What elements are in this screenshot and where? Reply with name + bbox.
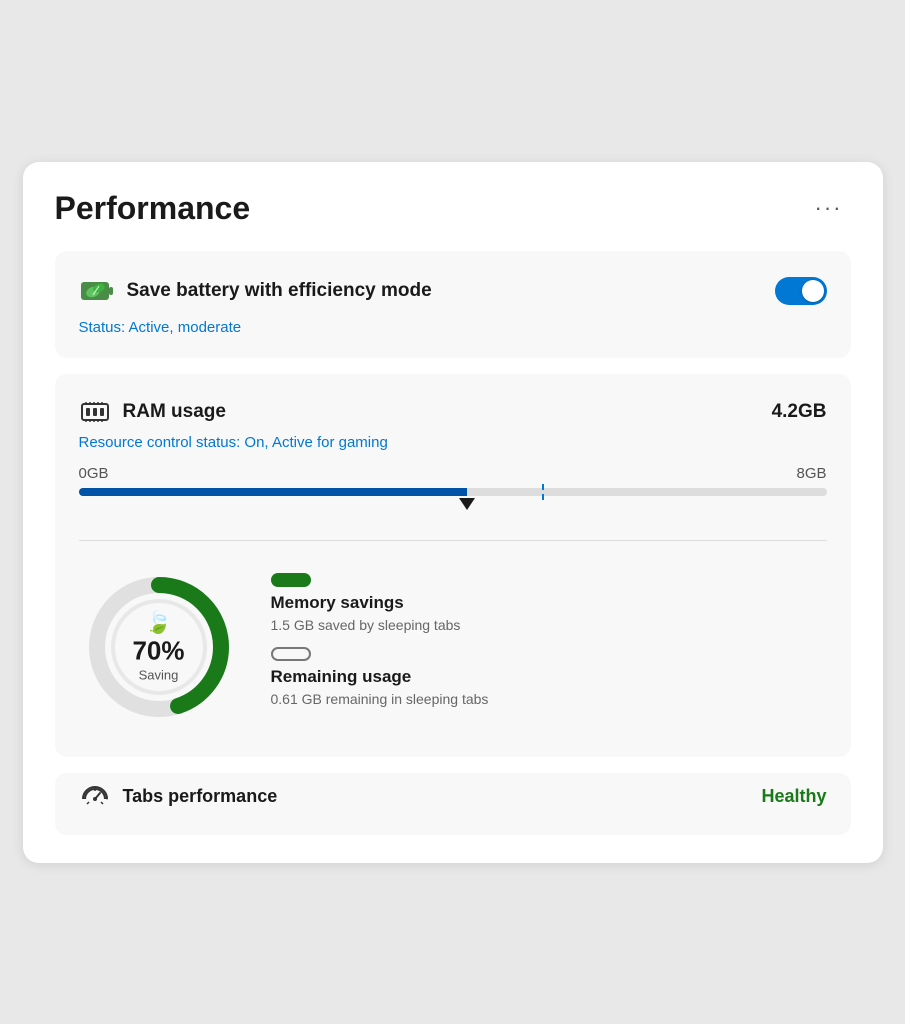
section-divider	[79, 540, 827, 541]
status-prefix: Status:	[79, 319, 129, 336]
memory-savings-desc: 1.5 GB saved by sleeping tabs	[271, 617, 827, 633]
status-value: Active, moderate	[129, 319, 242, 336]
memory-savings-section: 🍃 70% Saving Memory savings 1.5 GB saved…	[79, 559, 827, 735]
battery-label: Save battery with efficiency mode	[127, 280, 432, 302]
slider-thumb	[459, 498, 475, 510]
resource-prefix: Resource control status:	[79, 434, 245, 451]
slider-min-label: 0GB	[79, 465, 109, 482]
battery-label-group: Save battery with efficiency mode	[79, 273, 432, 309]
efficiency-mode-icon	[79, 273, 115, 309]
performance-panel: Performance ··· Save battery with effici…	[23, 162, 883, 863]
ram-slider-container: 0GB 8GB	[79, 465, 827, 496]
tabs-performance-label: Tabs performance	[123, 786, 278, 807]
slider-track[interactable]	[79, 488, 827, 496]
tabs-performance-status: Healthy	[761, 786, 826, 807]
ram-icon	[79, 396, 111, 428]
memory-savings-indicator	[271, 573, 311, 587]
battery-row: Save battery with efficiency mode	[79, 273, 827, 309]
panel-header: Performance ···	[55, 190, 851, 227]
speedometer-icon	[79, 781, 111, 813]
slider-fill	[79, 488, 468, 496]
slider-dashed-marker	[542, 484, 544, 500]
resource-control-status: Resource control status: On, Active for …	[79, 434, 827, 451]
panel-title: Performance	[55, 190, 251, 227]
ram-label-group: RAM usage	[79, 396, 226, 428]
ram-label: RAM usage	[123, 401, 226, 423]
tabs-performance-left: Tabs performance	[79, 781, 278, 813]
more-button[interactable]: ···	[807, 191, 851, 225]
slider-max-label: 8GB	[796, 465, 826, 482]
battery-card: Save battery with efficiency mode Status…	[55, 251, 851, 358]
ram-card: RAM usage 4.2GB Resource control status:…	[55, 374, 851, 757]
remaining-usage-title: Remaining usage	[271, 667, 827, 687]
battery-status: Status: Active, moderate	[79, 319, 827, 336]
ram-value: 4.2GB	[772, 401, 827, 423]
tabs-performance-card[interactable]: Tabs performance Healthy	[55, 773, 851, 835]
ram-header: RAM usage 4.2GB	[79, 396, 827, 428]
efficiency-mode-toggle[interactable]	[775, 277, 827, 305]
resource-value: On, Active for gaming	[244, 434, 387, 451]
donut-saving-label: Saving	[139, 667, 179, 682]
slider-labels: 0GB 8GB	[79, 465, 827, 482]
donut-chart: 🍃 70% Saving	[79, 567, 239, 727]
remaining-usage-indicator	[271, 647, 311, 661]
toggle-knob	[802, 280, 824, 302]
remaining-usage-desc: 0.61 GB remaining in sleeping tabs	[271, 691, 827, 707]
memory-savings-title: Memory savings	[271, 593, 827, 613]
donut-leaf-icon: 🍃	[145, 609, 172, 634]
donut-center: 🍃 70% Saving	[132, 609, 184, 684]
memory-info: Memory savings 1.5 GB saved by sleeping …	[271, 573, 827, 721]
donut-percent: 70%	[132, 635, 184, 666]
